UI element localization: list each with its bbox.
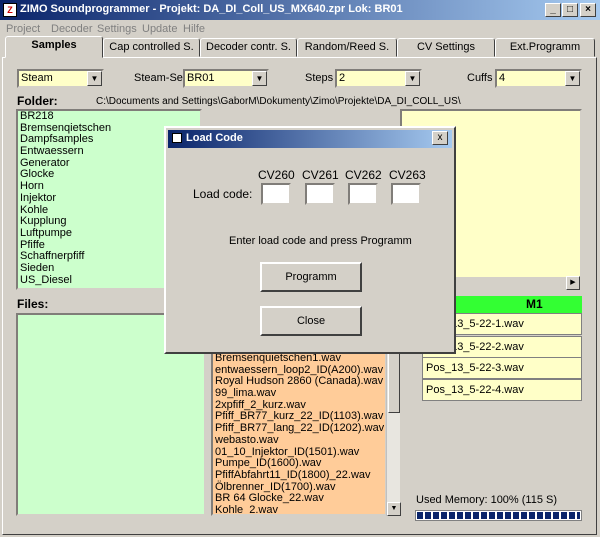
- tab-cap-controlled[interactable]: Cap controlled S.: [103, 38, 200, 57]
- dialog-title-bar: Load Code x: [168, 130, 452, 148]
- cuffs-label: Cuffs: [467, 72, 493, 84]
- chevron-down-icon: ▼: [87, 71, 102, 86]
- chevron-down-icon: ▼: [405, 71, 420, 86]
- load-code-dialog: Load Code x CV260 CV261 CV262 CV263 Load…: [164, 126, 456, 354]
- maximize-button[interactable]: □: [562, 3, 578, 17]
- tab-cv-settings[interactable]: CV Settings: [397, 38, 495, 57]
- cv262-input[interactable]: [348, 183, 378, 205]
- tab-decoder-controlled[interactable]: Decoder contr. S.: [200, 38, 297, 57]
- title-bar: Z ZIMO Soundprogrammer - Projekt: DA_DI_…: [0, 0, 600, 20]
- cv263-header: CV263: [389, 168, 426, 182]
- list-item[interactable]: Bremsenquietschen1.wav: [213, 352, 385, 365]
- scroll-right-icon[interactable]: ▶: [566, 276, 580, 290]
- cv260-header: CV260: [258, 168, 295, 182]
- cv263-input[interactable]: [391, 183, 421, 205]
- load-code-label: Load code:: [193, 187, 253, 201]
- menu-hilfe[interactable]: Hilfe: [183, 23, 205, 35]
- chevron-down-icon: ▼: [252, 71, 267, 86]
- folder-label: Folder:: [17, 94, 58, 108]
- cv261-input[interactable]: [305, 183, 335, 205]
- dialog-close-icon[interactable]: x: [432, 131, 448, 145]
- list-item[interactable]: Kohle_2.wav: [213, 504, 385, 514]
- list-item[interactable]: 99_lima.wav: [213, 387, 385, 400]
- list-item[interactable]: PfiffAbfahrt11_ID(1800)_22.wav: [213, 469, 385, 482]
- memory-progress-bar: [415, 510, 582, 521]
- type-select[interactable]: Steam ▼: [17, 69, 104, 88]
- cv261-header: CV261: [302, 168, 339, 182]
- steps-label: Steps: [305, 72, 334, 84]
- tab-samples[interactable]: Samples: [5, 36, 103, 58]
- dialog-title: Load Code: [186, 132, 243, 144]
- list-item[interactable]: BR218: [18, 111, 200, 123]
- cuffs-select[interactable]: 4 ▼: [495, 69, 582, 88]
- dialog-instruction: Enter load code and press Programm: [229, 235, 412, 247]
- folder-path: C:\Documents and Settings\GaborM\Dokumen…: [96, 96, 461, 107]
- minimize-button[interactable]: _: [545, 3, 561, 17]
- close-button[interactable]: Close: [260, 306, 362, 336]
- programm-button[interactable]: Programm: [260, 262, 362, 292]
- dialog-icon: [172, 133, 182, 143]
- close-window-button[interactable]: ×: [580, 3, 596, 17]
- cv262-header: CV262: [345, 168, 382, 182]
- steps-select[interactable]: 2 ▼: [335, 69, 422, 88]
- m1-header: M1: [526, 297, 543, 311]
- wav-slot-4[interactable]: Pos_13_5-22-4.wav: [422, 379, 582, 401]
- menu-project[interactable]: Project: [6, 23, 40, 35]
- app-icon: Z: [3, 3, 17, 17]
- steam-set-label: Steam-Set: [134, 72, 186, 84]
- chevron-down-icon: ▼: [565, 71, 580, 86]
- files-label: Files:: [17, 297, 49, 311]
- list-item[interactable]: webasto.wav: [213, 434, 385, 447]
- menu-decoder[interactable]: Decoder: [51, 23, 93, 35]
- scroll-down-icon[interactable]: ▼: [387, 502, 401, 516]
- wav-slot-3[interactable]: Pos_13_5-22-3.wav: [422, 357, 582, 379]
- cv260-input[interactable]: [261, 183, 291, 205]
- used-memory-label: Used Memory: 100% (115 S): [416, 494, 558, 506]
- menu-update[interactable]: Update: [142, 23, 177, 35]
- memory-progress-fill: [417, 512, 580, 519]
- tab-random-reed[interactable]: Random/Reed S.: [297, 38, 397, 57]
- window-title: ZIMO Soundprogrammer - Projekt: DA_DI_Co…: [20, 3, 403, 15]
- tab-ext-programm[interactable]: Ext.Programm: [495, 38, 595, 57]
- scroll-thumb[interactable]: [388, 353, 400, 413]
- steam-set-select[interactable]: BR01 ▼: [183, 69, 269, 88]
- menu-settings[interactable]: Settings: [97, 23, 137, 35]
